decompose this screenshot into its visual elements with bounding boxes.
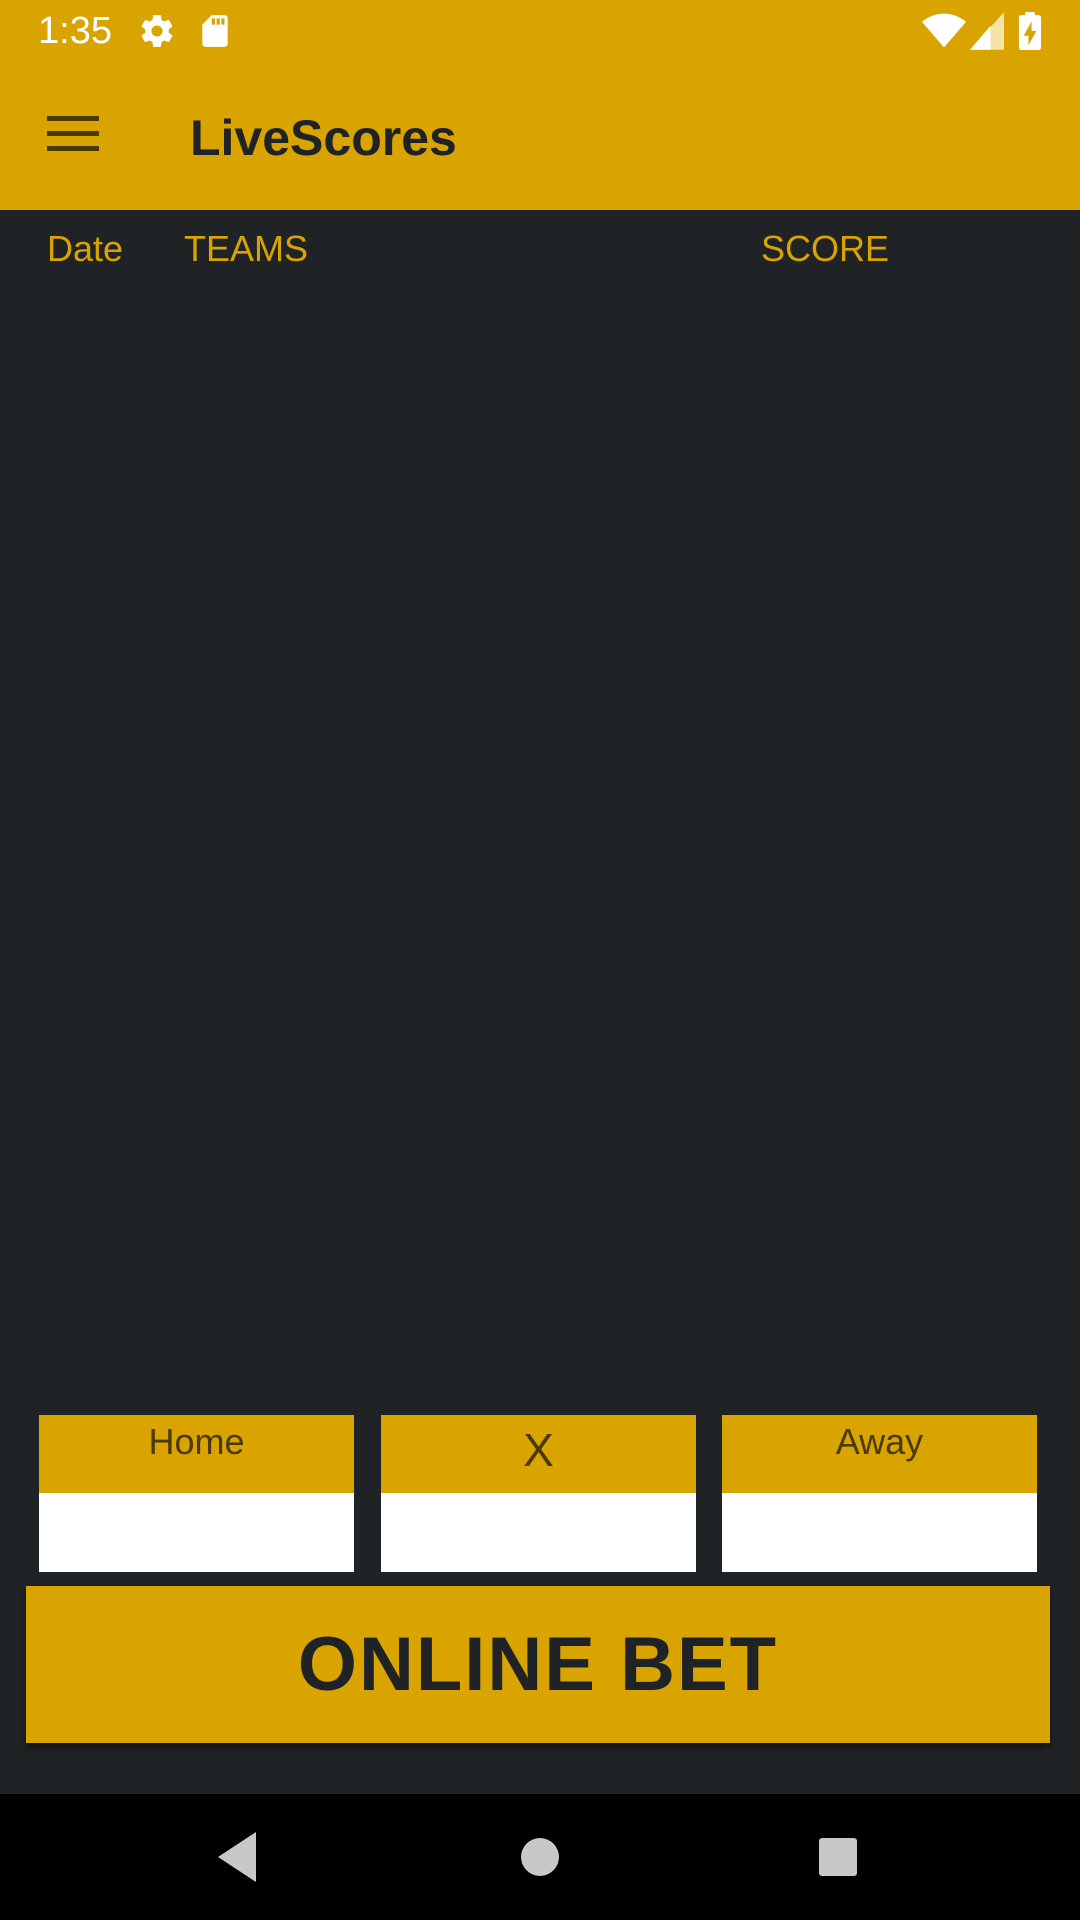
- home-odds-box[interactable]: Home: [39, 1415, 354, 1572]
- away-odds-value: [722, 1493, 1037, 1572]
- sd-card-icon: [196, 12, 234, 55]
- draw-odds-value: [381, 1493, 696, 1572]
- score-column-header: SCORE: [761, 228, 890, 269]
- gear-icon: [138, 12, 176, 55]
- signal-icon: [970, 12, 1004, 55]
- recents-icon[interactable]: [805, 1824, 871, 1890]
- draw-odds-label: X: [381, 1415, 696, 1493]
- away-odds-box[interactable]: Away: [722, 1415, 1037, 1572]
- navigation-bar: [0, 1794, 1080, 1920]
- status-time: 1:35: [38, 10, 112, 52]
- teams-column-header: TEAMS: [184, 228, 309, 269]
- away-odds-label: Away: [722, 1415, 1037, 1493]
- date-column-header: Date: [47, 228, 124, 269]
- scores-list[interactable]: [0, 290, 1080, 1400]
- scores-table-header: Date TEAMS SCORE: [0, 210, 1080, 290]
- hamburger-menu-icon: [47, 114, 99, 159]
- home-odds-label: Home: [39, 1415, 354, 1493]
- draw-odds-box[interactable]: X: [381, 1415, 696, 1572]
- app-bar: LiveScores: [0, 63, 1080, 210]
- menu-button[interactable]: [30, 93, 116, 179]
- status-bar: 1:35: [0, 0, 1080, 63]
- home-icon[interactable]: [507, 1824, 573, 1890]
- home-odds-value: [39, 1493, 354, 1572]
- online-bet-button[interactable]: ONLINE BET: [26, 1586, 1050, 1743]
- battery-charging-icon: [1018, 12, 1042, 55]
- back-icon[interactable]: [206, 1824, 272, 1890]
- app-title: LiveScores: [190, 110, 457, 166]
- wifi-icon: [922, 12, 966, 55]
